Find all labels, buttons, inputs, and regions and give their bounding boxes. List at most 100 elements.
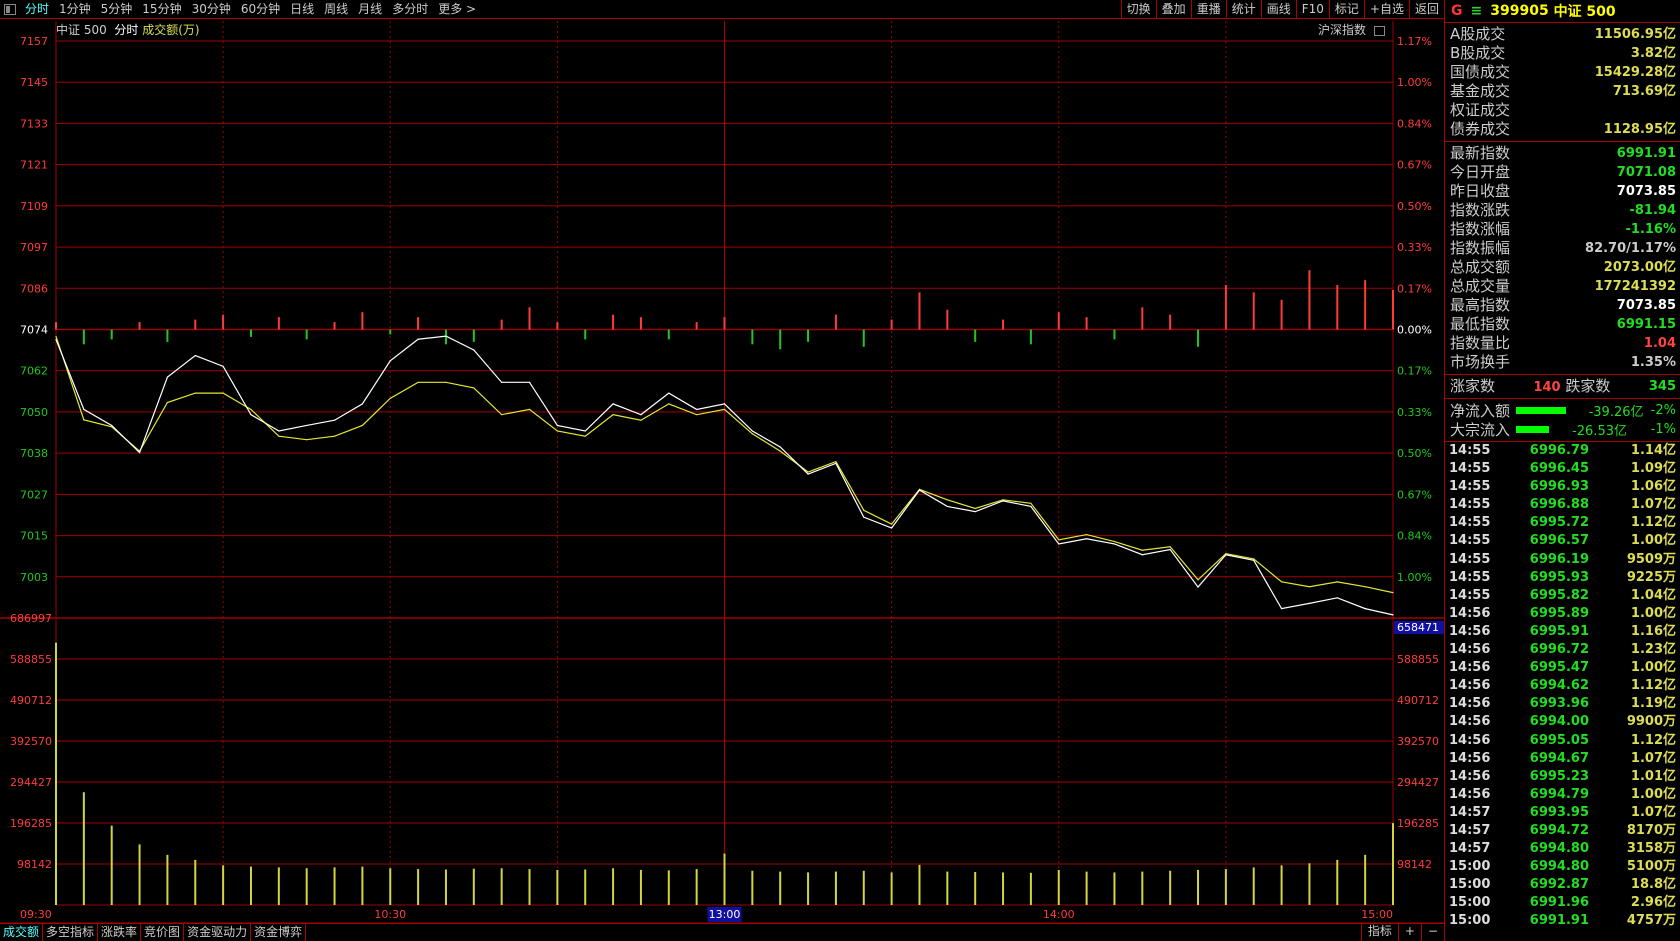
average-point	[306, 439, 308, 441]
tick-price: 6993.96	[1529, 696, 1589, 712]
tick-amount: 5100万	[1626, 859, 1676, 875]
indicator-tab[interactable]: 成交额	[0, 924, 44, 941]
indicator-tab[interactable]: 竞价图	[141, 924, 185, 941]
price-point	[918, 489, 921, 491]
adv-label: 涨家数	[1450, 377, 1496, 395]
pct-tick-label: 1.00%	[1397, 76, 1432, 89]
tick-time: 14:56	[1449, 750, 1491, 766]
price-point	[111, 424, 113, 427]
stats-section: 最新指数 6991.91 今日开盘 7071.08 昨日收盘 7073.85 指数涨跌 -81…	[1445, 142, 1680, 375]
row-value: 3.82亿	[1630, 46, 1676, 61]
price-tick-label: 7121	[20, 159, 48, 172]
indicator-tabs: 成交额 多空指标 涨跌率 竞价图 资金驱动力 资金博弈	[0, 923, 1444, 941]
tick-amount: 1.06亿	[1630, 479, 1676, 495]
indicator-tab[interactable]: 资金博弈	[251, 924, 307, 941]
row-label: 权证成交	[1450, 101, 1511, 119]
index-name: 中证 500	[1553, 4, 1616, 20]
flow-pct: -1%	[1650, 422, 1676, 437]
tick-list[interactable]: 14:55 6996.79 1.14亿 14:55 6996.45 1.09亿 14:55 6…	[1445, 442, 1680, 931]
tick-row: 14:56 6995.89 1.00亿	[1445, 605, 1680, 623]
average-point	[250, 408, 252, 411]
indicator-tab[interactable]: 资金驱动力	[184, 924, 252, 941]
average-point	[1280, 581, 1283, 583]
turnover-row: 权证成交	[1445, 101, 1680, 120]
indicator-tab[interactable]: 涨跌率	[98, 924, 142, 941]
indicator-control[interactable]: +	[1397, 923, 1421, 941]
menu-icon[interactable]: ≡	[1471, 3, 1483, 19]
average-point	[1364, 586, 1366, 588]
tick-row: 14:56 6995.47 1.00亿	[1445, 659, 1680, 677]
price-point	[445, 335, 447, 337]
pct-tick-label: 0.33%	[1397, 241, 1432, 254]
tick-price: 6995.72	[1529, 515, 1589, 531]
volume-tick-label: 588855	[1397, 653, 1439, 666]
price-point	[1225, 554, 1227, 556]
average-point	[1086, 533, 1088, 536]
average-point	[751, 433, 753, 435]
price-point	[835, 462, 837, 464]
row-value: 7071.08	[1616, 165, 1676, 180]
row-label: 指数量比	[1450, 334, 1511, 352]
tick-time: 14:55	[1449, 587, 1491, 603]
tick-price: 6992.87	[1529, 877, 1589, 893]
tick-price: 6996.19	[1529, 551, 1589, 567]
stat-row: 指数量比 1.04	[1445, 334, 1680, 353]
tick-row: 14:57 6994.80 3158万	[1445, 840, 1680, 858]
price-point	[1336, 597, 1338, 599]
average-point	[528, 408, 531, 411]
price-point	[1058, 543, 1060, 545]
breadth-section: 涨家数 140 跌家数 345	[1445, 375, 1680, 399]
row-value: -81.94	[1629, 203, 1676, 218]
row-value: 6991.91	[1616, 146, 1676, 161]
volume-tick-label: 294427	[1397, 776, 1439, 789]
pct-tick-label: 0.50%	[1397, 447, 1432, 460]
tick-time: 14:55	[1449, 479, 1491, 495]
price-tick-label: 7027	[20, 488, 48, 501]
tick-row: 14:55 6995.82 1.04亿	[1445, 587, 1680, 605]
price-point	[1086, 538, 1088, 540]
volume-tick-label: 196285	[10, 817, 52, 830]
tick-price: 6994.67	[1529, 750, 1589, 766]
average-point	[83, 419, 85, 421]
tick-amount: 18.8亿	[1630, 877, 1676, 893]
average-point	[612, 414, 614, 416]
g-badge: G	[1451, 3, 1463, 19]
tick-row: 14:55 6996.88 1.07亿	[1445, 496, 1680, 514]
price-point	[891, 527, 893, 529]
tick-row: 14:56 6994.67 1.07亿	[1445, 750, 1680, 768]
average-point	[584, 435, 586, 437]
stat-row: 总成交量 177241392	[1445, 277, 1680, 296]
price-point	[1002, 500, 1004, 502]
intraday-chart[interactable]: 7157 7145 7133 7121 7109 7097 7086 7074 7062 7050…	[0, 0, 1444, 923]
tick-amount: 1.12亿	[1630, 515, 1676, 531]
turnover-row: B股成交 3.82亿	[1445, 44, 1680, 63]
price-point	[1392, 614, 1394, 616]
price-point	[696, 408, 698, 411]
tick-time: 14:57	[1449, 822, 1491, 838]
tick-amount: 1.12亿	[1630, 732, 1676, 748]
price-tick-label: 7038	[20, 447, 48, 460]
price-point	[278, 430, 280, 432]
average-point	[55, 335, 57, 338]
tick-amount: 9225万	[1626, 569, 1676, 585]
tick-price: 6996.79	[1529, 443, 1589, 458]
tick-price: 6995.82	[1529, 587, 1589, 603]
tick-amount: 3158万	[1626, 841, 1676, 857]
price-tick-label: 7157	[20, 35, 48, 48]
indicator-control[interactable]: −	[1420, 923, 1444, 941]
volume-tick-label: 588855	[10, 653, 52, 666]
price-point	[55, 338, 57, 341]
average-point	[361, 424, 363, 427]
time-label: 14:00	[1043, 908, 1075, 921]
price-point	[723, 403, 726, 405]
tick-row: 14:56 6995.91 1.16亿	[1445, 623, 1680, 641]
indicator-tab[interactable]: 多空指标	[43, 924, 99, 941]
tick-row: 14:55 6996.45 1.09亿	[1445, 460, 1680, 478]
tick-price: 6994.72	[1529, 822, 1589, 838]
indicator-control[interactable]: 指标	[1360, 923, 1398, 941]
price-point	[389, 360, 391, 362]
tick-price: 6991.91	[1529, 913, 1589, 929]
row-label: 最新指数	[1450, 144, 1511, 162]
tick-row: 14:56 6994.00 9900万	[1445, 713, 1680, 731]
tick-time: 14:56	[1449, 732, 1491, 748]
